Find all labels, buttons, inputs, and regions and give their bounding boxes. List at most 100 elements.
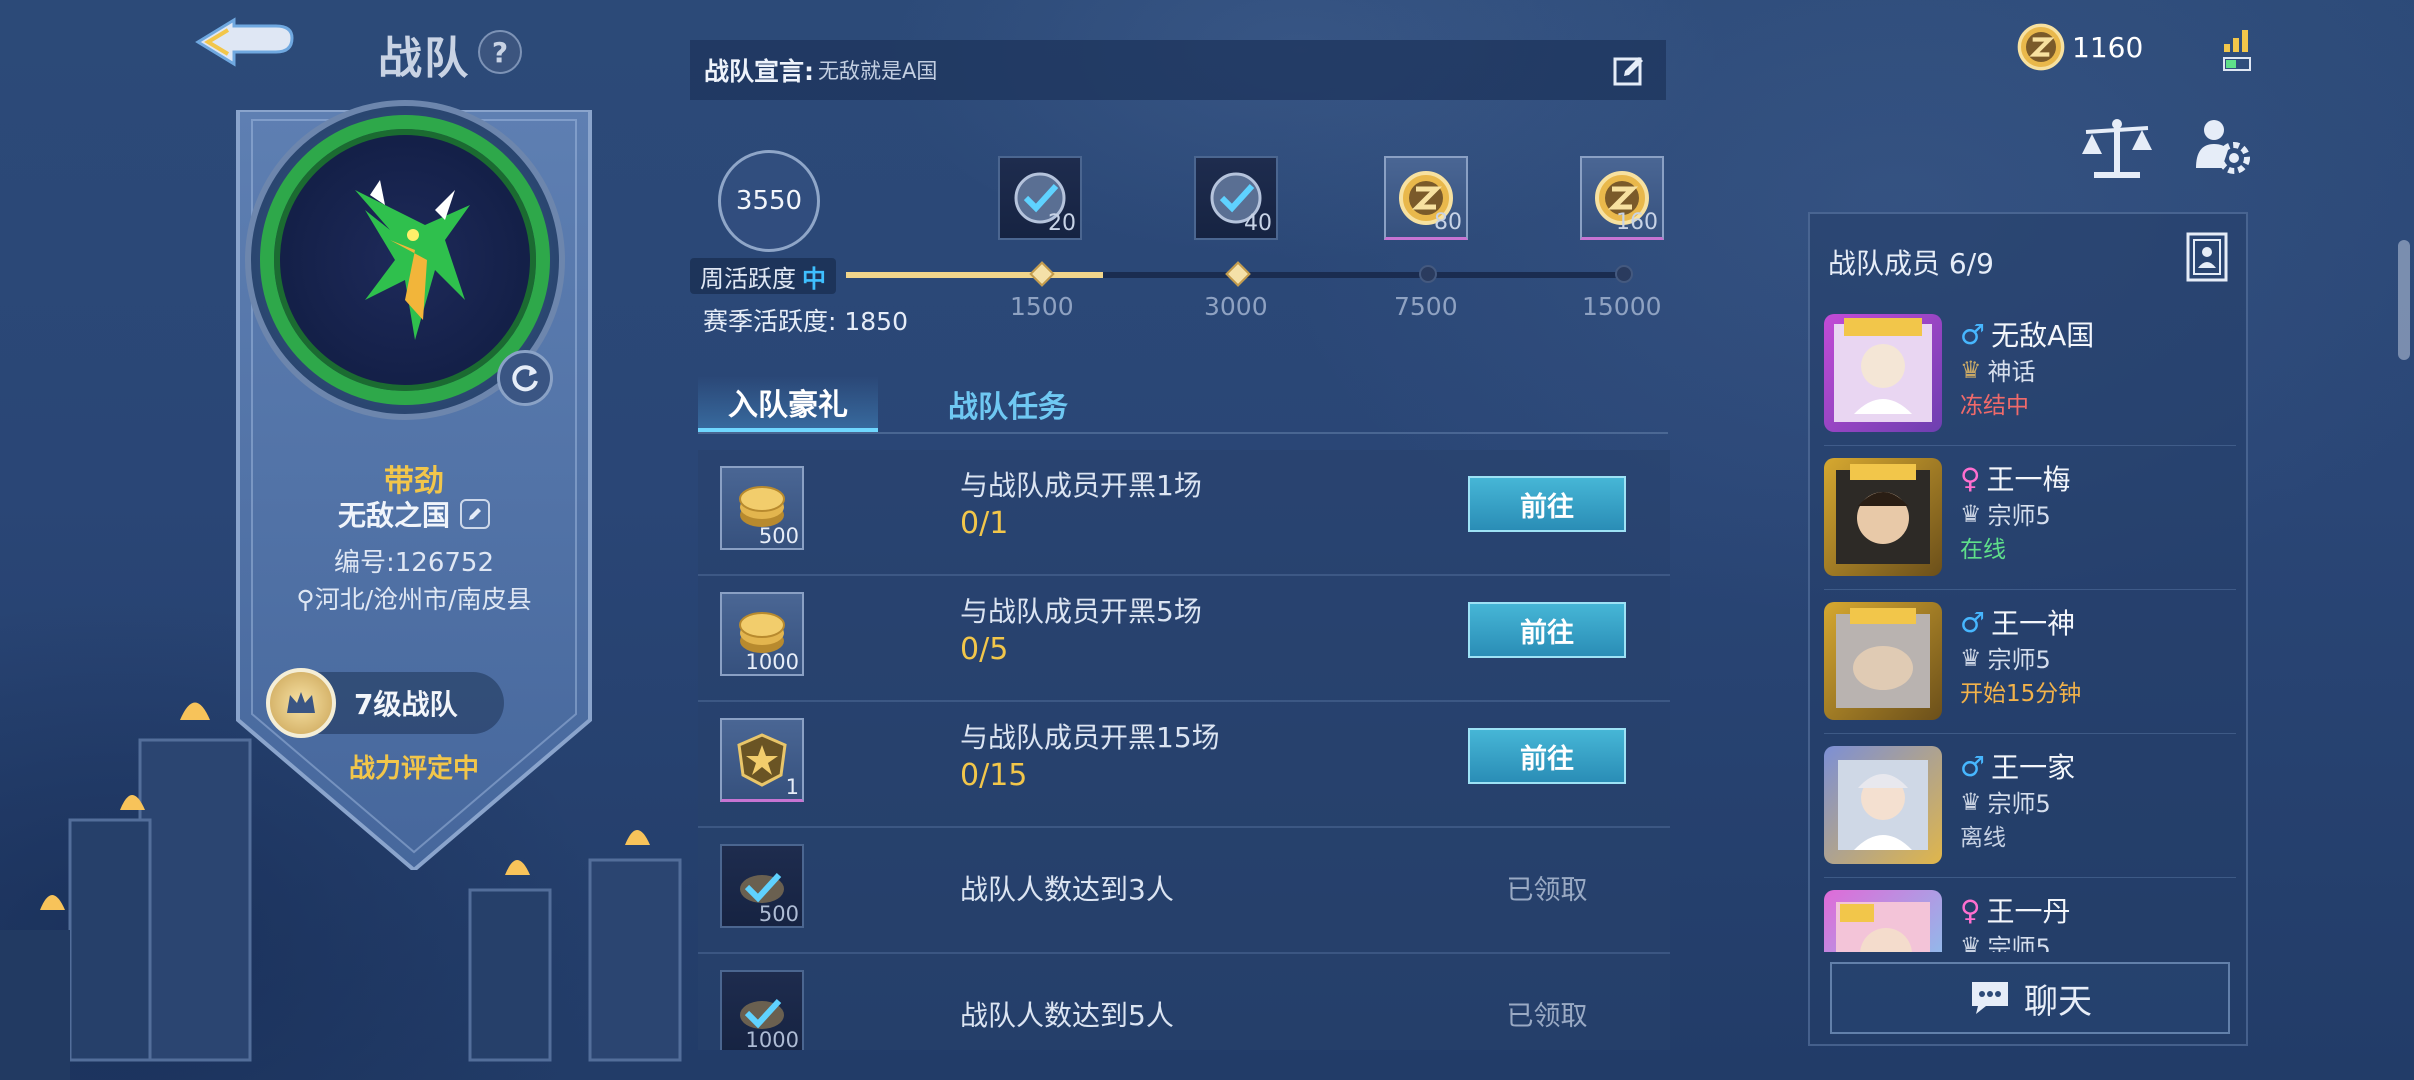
network-signal-icon [2223, 30, 2251, 71]
member-item[interactable]: ♂ 王一神 ♛ 宗师5 开始15分钟 [1824, 590, 2236, 734]
member-name: 王一家 [1991, 751, 2076, 784]
member-name-row: ♂ 无敌A国 [1960, 314, 2094, 354]
member-item[interactable]: ♂ 无敌A国 ♛ 神话 冻结中 [1824, 302, 2236, 446]
milestone-reward-4[interactable]: 160 [1580, 156, 1664, 240]
rank-badge-icon: ♛ [1960, 787, 1982, 816]
task-title: 与战队成员开黑5场 [960, 595, 1202, 628]
team-location: ⚲河北/沧州市/南皮县 [278, 584, 550, 616]
member-rank-row: ♛ 宗师5 [1960, 640, 2051, 675]
member-list: ♂ 无敌A国 ♛ 神话 冻结中 ♀ 王一梅 ♛ 宗师5 在线 ♂ 王一神 ♛ 宗… [1810, 302, 2250, 952]
member-item[interactable]: ♀ 王一丹 ♛ 宗师5 [1824, 878, 2236, 952]
member-rank-row: ♛ 宗师5 [1960, 928, 2051, 953]
tab-join-gift[interactable]: 入队豪礼 [698, 376, 878, 432]
chat-label: 聊天 [2024, 981, 2092, 1022]
task-row: 1000 战队人数达到5人 已领取 [698, 954, 1670, 1050]
torch-pillars-decoration [0, 702, 682, 1080]
task-reward-count: 500 [758, 524, 799, 548]
back-button[interactable] [188, 12, 308, 76]
task-list: 500 与战队成员开黑1场 0/1 前往 1000 与战队成员开黑5场 0/5 … [698, 450, 1670, 1050]
task-reward-icon: 1000 [720, 970, 804, 1050]
milestone-reward-2[interactable]: 40 [1194, 156, 1278, 240]
edit-declaration-icon[interactable] [1612, 54, 1646, 88]
back-arrow-icon [195, 17, 294, 67]
task-row: 1 与战队成员开黑15场 0/15 前往 [698, 702, 1670, 828]
milestone-node-4 [1615, 265, 1633, 283]
refresh-icon [512, 365, 538, 392]
team-id: 编号:126752 [333, 548, 494, 578]
rank-badge-icon: ♛ [1960, 931, 1982, 953]
member-rank-row: ♛ 宗师5 [1960, 496, 2051, 531]
avatar [1824, 602, 1942, 720]
go-button[interactable]: 前往 [1468, 476, 1626, 532]
tab-bar: 入队豪礼 战队任务 [698, 376, 1098, 434]
z-coin-icon [2017, 23, 2065, 71]
member-rank-row: ♛ 神话 [1960, 352, 2036, 387]
tab-team-tasks[interactable]: 战队任务 [918, 376, 1098, 432]
milestone-tick-2: 3000 [1204, 292, 1268, 321]
member-name: 无敌A国 [1991, 319, 2095, 352]
currency-balance[interactable]: 1160 [2016, 22, 2143, 72]
member-rank: 宗师5 [1987, 934, 2051, 952]
task-progress: 0/1 [960, 506, 1009, 541]
gender-female-icon: ♀ [1960, 893, 1981, 927]
weekly-activity-label: 周活跃度中 [690, 258, 836, 294]
task-reward-icon: 1 [720, 718, 804, 802]
member-name: 王一梅 [1986, 463, 2071, 496]
member-name-row: ♂ 王一家 [1960, 746, 2075, 786]
declaration-label: 战队宣言: [704, 57, 814, 86]
member-card-icon[interactable] [2186, 232, 2228, 282]
gender-male-icon: ♂ [1960, 749, 1986, 783]
milestone-reward-count: 40 [1244, 211, 1272, 236]
task-reward-count: 1 [785, 775, 799, 799]
claimed-status: 已领取 [1506, 875, 1588, 906]
claimed-status: 已领取 [1506, 1001, 1588, 1032]
scales-icon[interactable] [2080, 118, 2154, 180]
member-settings-icon[interactable] [2192, 116, 2252, 178]
go-button[interactable]: 前往 [1468, 728, 1626, 784]
avatar-image [1838, 760, 1928, 850]
milestone-node-3 [1419, 265, 1437, 283]
milestone-reward-count: 20 [1048, 211, 1076, 236]
task-reward-icon: 500 [720, 466, 804, 550]
rank-badge-icon: ♛ [1960, 643, 1982, 672]
avatar-image [1836, 902, 1930, 952]
milestone-tick-3: 7500 [1394, 292, 1458, 321]
milestone-reward-3[interactable]: 80 [1384, 156, 1468, 240]
milestone-reward-count: 80 [1434, 210, 1462, 235]
milestone-reward-count: 160 [1616, 210, 1658, 235]
member-name-row: ♂ 王一神 [1960, 602, 2075, 642]
member-item[interactable]: ♂ 王一家 ♛ 宗师5 离线 [1824, 734, 2236, 878]
member-status: 开始15分钟 [1960, 681, 2082, 707]
gender-male-icon: ♂ [1960, 317, 1986, 351]
task-reward-count: 1000 [745, 650, 799, 674]
go-button[interactable]: 前往 [1468, 602, 1626, 658]
currency-amount: 1160 [2072, 30, 2144, 64]
help-icon[interactable]: ? [478, 30, 522, 74]
chat-bubble-icon [1972, 982, 2008, 1014]
declaration-bar: 战队宣言: 无敌就是A国 [690, 40, 1666, 100]
task-reward-icon: 500 [720, 844, 804, 928]
declaration-value: 无敌就是A国 [818, 59, 938, 83]
team-subtitle-row: 无敌之国 [228, 494, 600, 534]
task-reward-icon: 1000 [720, 592, 804, 676]
location-pin-icon: ⚲ [296, 585, 315, 614]
rank-badge-icon: ♛ [1960, 355, 1982, 384]
task-title: 战队人数达到3人 [960, 873, 1174, 906]
member-status: 在线 [1960, 537, 2006, 563]
avatar-image [1836, 608, 1930, 708]
member-item[interactable]: ♀ 王一梅 ♛ 宗师5 在线 [1824, 446, 2236, 590]
activity-progress-track [846, 261, 1633, 287]
task-row: 500 与战队成员开黑1场 0/1 前往 [698, 450, 1670, 576]
milestone-tick-1: 1500 [1010, 292, 1074, 321]
chat-button[interactable]: 聊天 [1830, 962, 2230, 1034]
refresh-emblem-button[interactable] [497, 350, 553, 406]
member-name-row: ♀ 王一梅 [1960, 458, 2071, 498]
milestone-reward-1[interactable]: 20 [998, 156, 1082, 240]
side-handle[interactable] [2398, 240, 2410, 360]
weekly-activity-level: 中 [802, 264, 826, 293]
edit-team-name-icon[interactable] [460, 499, 490, 529]
member-name-row: ♀ 王一丹 [1960, 890, 2071, 930]
avatar [1824, 458, 1942, 576]
task-title: 战队人数达到5人 [960, 999, 1174, 1032]
team-location-text: 河北/沧州市/南皮县 [314, 585, 532, 614]
